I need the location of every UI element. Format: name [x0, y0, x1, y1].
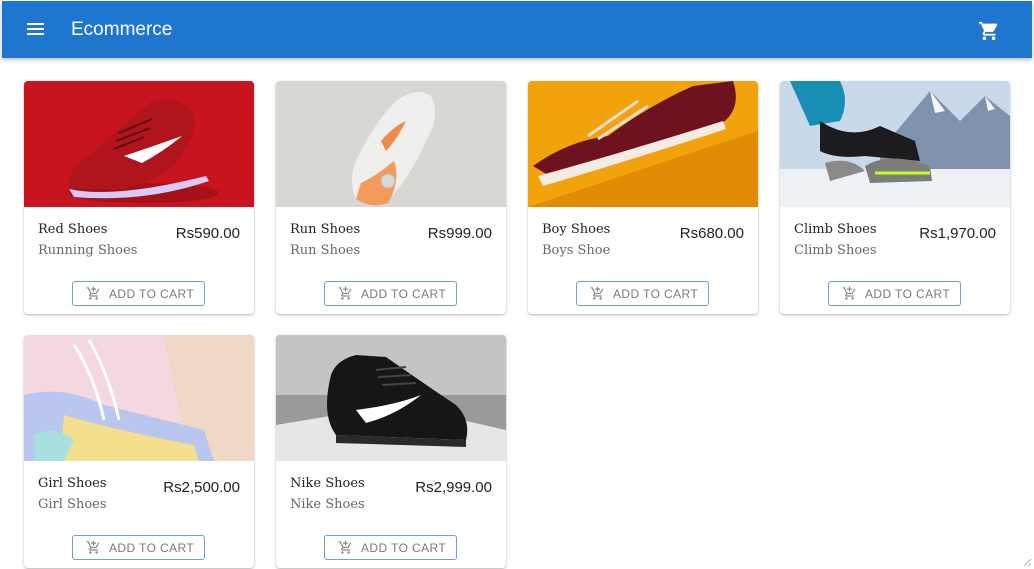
product-subtitle: Girl Shoes: [38, 497, 107, 512]
add-to-cart-label: ADD TO CART: [613, 287, 699, 301]
product-card: Run Shoes Rs999.00 Run Shoes ADD TO CART: [276, 81, 506, 314]
product-card: Girl Shoes Rs2,500.00 Girl Shoes ADD TO …: [24, 335, 254, 568]
product-card: Climb Shoes Rs1,970.00 Climb Shoes ADD T…: [780, 81, 1010, 314]
product-subtitle: Boys Shoe: [542, 243, 611, 258]
product-image[interactable]: [24, 335, 254, 461]
add-to-cart-label: ADD TO CART: [109, 287, 195, 301]
product-subtitle: Nike Shoes: [290, 497, 365, 512]
product-image[interactable]: [780, 81, 1010, 207]
add-to-cart-label: ADD TO CART: [361, 287, 447, 301]
product-image[interactable]: [276, 335, 506, 461]
add-shopping-cart-icon: [86, 286, 100, 300]
add-shopping-cart-icon: [590, 286, 604, 300]
product-image[interactable]: [528, 81, 758, 207]
product-card: Red Shoes Rs590.00 Running Shoes ADD TO …: [24, 81, 254, 314]
product-price: Rs680.00: [679, 225, 744, 242]
product-card: Boy Shoes Rs680.00 Boys Shoe ADD TO CART: [528, 81, 758, 314]
product-name: Run Shoes: [290, 222, 361, 237]
add-shopping-cart-icon: [842, 286, 856, 300]
add-to-cart-label: ADD TO CART: [865, 287, 951, 301]
add-shopping-cart-icon: [338, 286, 352, 300]
add-to-cart-button[interactable]: ADD TO CART: [324, 281, 457, 306]
add-to-cart-button[interactable]: ADD TO CART: [72, 535, 205, 560]
add-to-cart-button[interactable]: ADD TO CART: [576, 281, 709, 306]
product-name: Nike Shoes: [290, 476, 365, 491]
product-subtitle: Run Shoes: [290, 243, 361, 258]
app-bar: Ecommerce: [2, 1, 1032, 58]
product-name: Climb Shoes: [794, 222, 877, 237]
menu-icon[interactable]: [26, 19, 46, 39]
product-subtitle: Climb Shoes: [794, 243, 877, 258]
product-price: Rs999.00: [427, 225, 492, 242]
add-to-cart-button[interactable]: ADD TO CART: [324, 535, 457, 560]
product-price: Rs2,999.00: [415, 479, 492, 496]
product-price: Rs2,500.00: [163, 479, 240, 496]
app-title: Ecommerce: [71, 19, 173, 40]
product-image[interactable]: [24, 81, 254, 207]
product-price: Rs590.00: [175, 225, 240, 242]
product-card: Nike Shoes Rs2,999.00 Nike Shoes ADD TO …: [276, 335, 506, 568]
product-name: Red Shoes: [38, 222, 108, 237]
add-shopping-cart-icon: [86, 540, 100, 554]
product-name: Boy Shoes: [542, 222, 611, 237]
resize-grip-icon[interactable]: [1023, 558, 1032, 567]
product-subtitle: Running Shoes: [38, 243, 138, 258]
product-image[interactable]: [276, 81, 506, 207]
add-shopping-cart-icon: [338, 540, 352, 554]
add-to-cart-button[interactable]: ADD TO CART: [828, 281, 961, 306]
shopping-cart-icon[interactable]: [978, 20, 1000, 42]
add-to-cart-button[interactable]: ADD TO CART: [72, 281, 205, 306]
add-to-cart-label: ADD TO CART: [109, 541, 195, 555]
product-name: Girl Shoes: [38, 476, 107, 491]
product-price: Rs1,970.00: [919, 225, 996, 242]
add-to-cart-label: ADD TO CART: [361, 541, 447, 555]
